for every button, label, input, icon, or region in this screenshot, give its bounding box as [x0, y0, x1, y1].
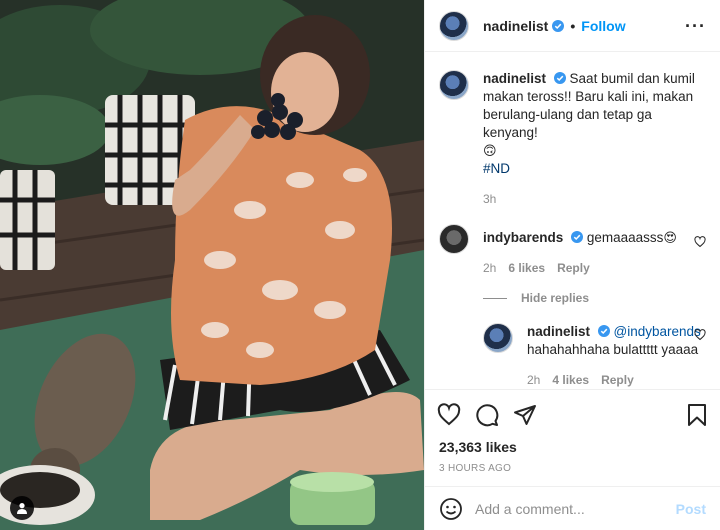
reply-time[interactable]: 2h: [527, 371, 540, 389]
action-bar: [425, 389, 720, 439]
verified-badge-icon: [597, 325, 610, 337]
verified-badge-icon: [552, 19, 565, 32]
author-info: nadinelist • Follow: [483, 18, 626, 34]
mention-link[interactable]: @indybarends: [614, 324, 701, 339]
user-tag-icon[interactable]: [10, 496, 34, 520]
caption-time[interactable]: 3h: [483, 190, 496, 208]
share-icon[interactable]: [513, 403, 537, 427]
follow-button[interactable]: Follow: [581, 18, 625, 34]
post-timestamp[interactable]: 3 HOURS AGO: [425, 455, 720, 486]
caption: nadinelist Saat bumil dan kumil makan te…: [439, 70, 706, 208]
comment-icon[interactable]: [475, 403, 499, 427]
post-photo[interactable]: [0, 0, 424, 530]
like-count[interactable]: 23,363 likes: [425, 439, 720, 455]
separator-dot: •: [570, 17, 576, 34]
heart-icon[interactable]: [437, 402, 461, 427]
reply-item: nadinelist @indybarends hahahahhaha bula…: [483, 323, 706, 389]
comment-likes[interactable]: 6 likes: [508, 259, 545, 277]
verified-badge-icon: [571, 231, 584, 243]
reply-meta: 2h 4 likes Reply: [527, 371, 706, 389]
caption-body: nadinelist Saat bumil dan kumil makan te…: [483, 70, 706, 208]
comment-username[interactable]: indybarends: [483, 230, 563, 245]
instagram-post: nadinelist • Follow ··· nadinelist Saat …: [0, 0, 720, 530]
more-options-icon[interactable]: ···: [685, 17, 706, 35]
comment-text: gemaaaasss: [586, 230, 664, 245]
author-avatar[interactable]: [439, 10, 469, 41]
comment-body: indybarends gemaaaasss😍 2h 6 likes Reply: [483, 224, 706, 277]
replies-divider-line: [483, 297, 507, 299]
post-header: nadinelist • Follow ···: [425, 0, 720, 52]
commenter-avatar[interactable]: [439, 224, 469, 254]
post-sidebar: nadinelist • Follow ··· nadinelist Saat …: [424, 0, 720, 530]
comment-meta: 2h 6 likes Reply: [483, 259, 706, 277]
reply-username[interactable]: nadinelist: [527, 324, 590, 339]
post-comment-button[interactable]: Post: [676, 501, 706, 517]
caption-meta: 3h: [483, 190, 706, 208]
comments-section: nadinelist Saat bumil dan kumil makan te…: [425, 52, 720, 389]
reply-text: hahahahhaha bulattttt yaaaa: [527, 342, 699, 357]
person-glyph: [17, 503, 27, 514]
bookmark-icon[interactable]: [686, 403, 708, 427]
photo-illustration: [0, 0, 424, 530]
comment-item: indybarends gemaaaasss😍 2h 6 likes Reply: [439, 224, 706, 277]
reply-button[interactable]: Reply: [557, 259, 590, 277]
reply-avatar[interactable]: [483, 323, 513, 353]
heart-eyes-emoji: 😍: [663, 230, 677, 245]
hide-replies-toggle[interactable]: Hide replies: [483, 291, 706, 305]
hashtag-link[interactable]: #ND: [483, 161, 510, 176]
comment-like-heart-icon[interactable]: [694, 236, 706, 248]
author-username[interactable]: nadinelist: [483, 18, 548, 34]
add-comment-bar: Add a comment... Post: [425, 486, 720, 530]
reply-like-heart-icon[interactable]: [694, 329, 706, 341]
hide-replies-label: Hide replies: [521, 291, 590, 305]
upside-down-face-emoji: 🙃: [483, 143, 497, 158]
reply-reply-button[interactable]: Reply: [601, 371, 634, 389]
emoji-icon[interactable]: [439, 497, 463, 521]
comment-input[interactable]: Add a comment...: [475, 501, 676, 517]
verified-badge-icon: [553, 72, 566, 84]
caption-avatar[interactable]: [439, 70, 469, 100]
caption-username[interactable]: nadinelist: [483, 71, 546, 86]
reply-likes[interactable]: 4 likes: [552, 371, 589, 389]
comment-time[interactable]: 2h: [483, 259, 496, 277]
reply-body: nadinelist @indybarends hahahahhaha bula…: [527, 323, 706, 389]
